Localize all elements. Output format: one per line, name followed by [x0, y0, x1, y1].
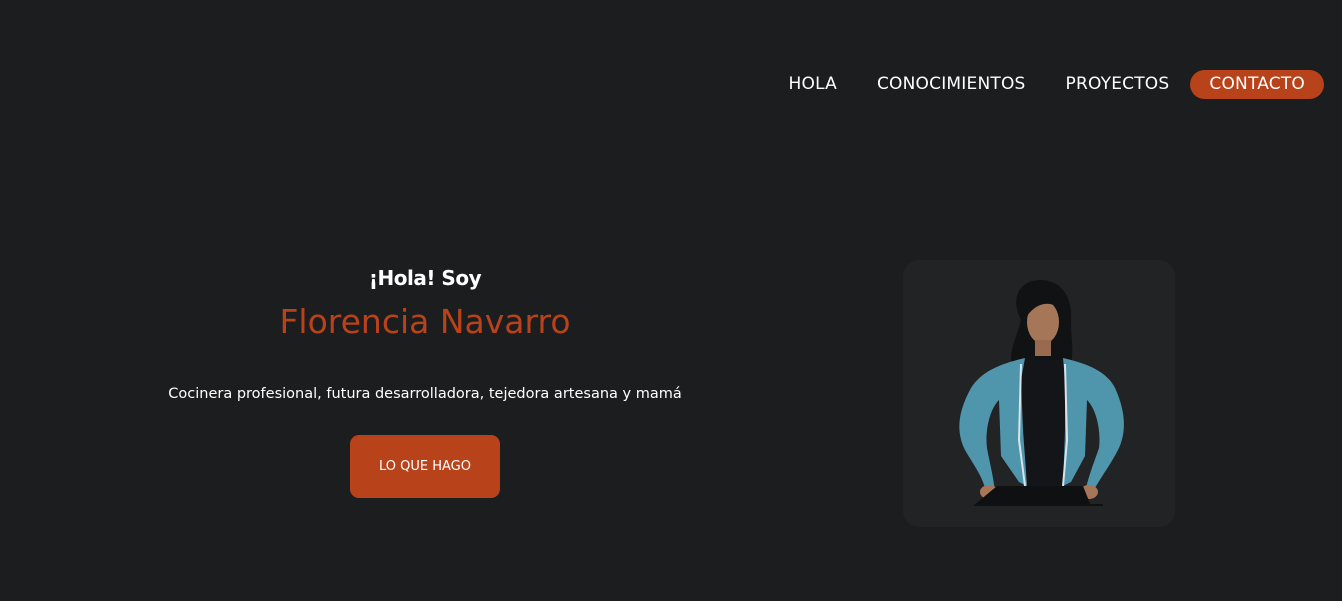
hero-description: Cocinera profesional, futura desarrollad…	[168, 386, 682, 402]
hero-name: Florencia Navarro	[279, 302, 571, 341]
lo-que-hago-button[interactable]: LO QUE HAGO	[350, 435, 500, 498]
profile-photo-card	[903, 260, 1175, 527]
main-nav: HOLA CONOCIMIENTOS PROYECTOS CONTACTO	[769, 70, 1324, 99]
nav-item-contacto[interactable]: CONTACTO	[1190, 70, 1324, 99]
nav-item-hola[interactable]: HOLA	[769, 70, 857, 99]
profile-photo	[959, 279, 1124, 506]
nav-item-conocimientos[interactable]: CONOCIMIENTOS	[857, 70, 1046, 99]
hero-greeting: ¡Hola! Soy	[368, 266, 482, 290]
page: HOLA CONOCIMIENTOS PROYECTOS CONTACTO ¡H…	[0, 0, 1342, 601]
nav-item-proyectos[interactable]: PROYECTOS	[1046, 70, 1190, 99]
hero-intro: ¡Hola! Soy Florencia Navarro Cocinera pr…	[150, 262, 700, 498]
